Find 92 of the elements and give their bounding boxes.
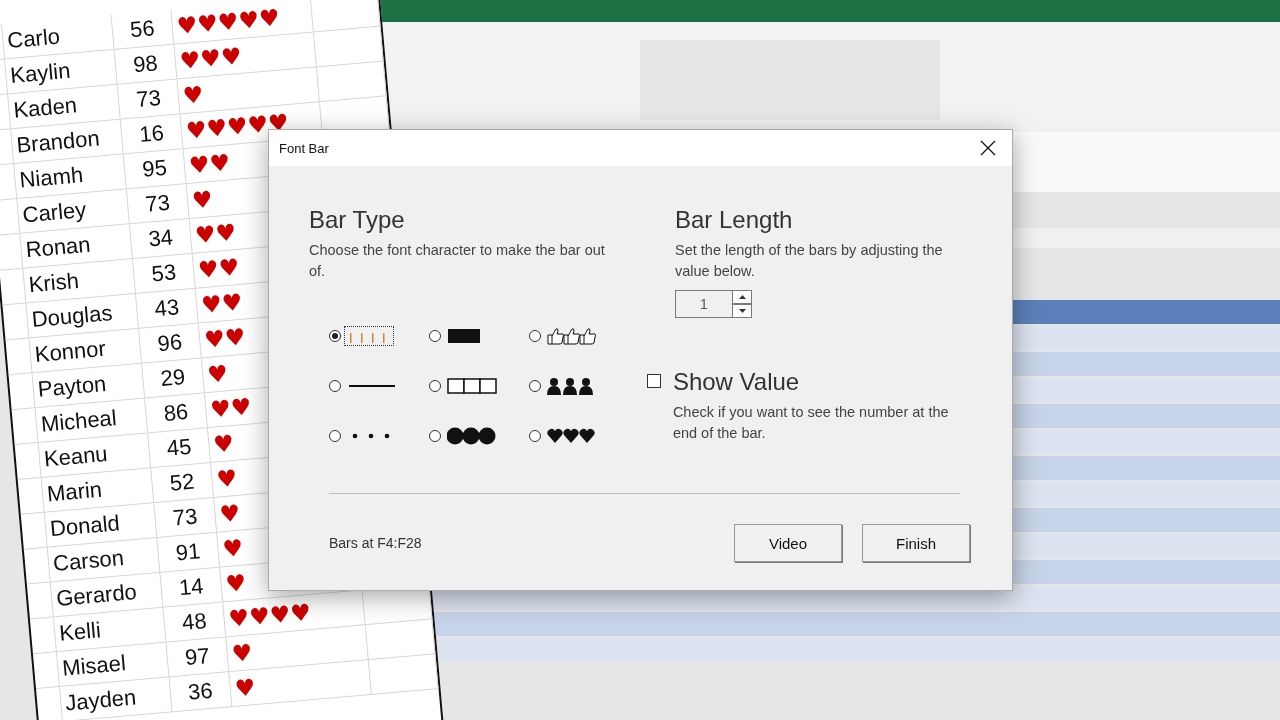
table-cell-text: Marin: [45, 476, 104, 508]
table-cell-text: ♥♥: [192, 220, 238, 248]
radio-button[interactable]: [329, 330, 341, 342]
table-cell: 53: [150, 259, 178, 288]
table-cell: 73: [171, 503, 199, 532]
table-cell: 97: [184, 642, 211, 671]
table-cell-text: ♥: [205, 361, 229, 387]
table-cell-text: Kelli: [57, 617, 102, 648]
table-cell: 56: [129, 15, 156, 44]
table-cell-text: Krish: [26, 267, 80, 299]
length-field[interactable]: 1: [675, 290, 733, 318]
table-cell-text: ♥♥♥♥♥: [183, 110, 290, 143]
table-cell: 95: [141, 154, 168, 183]
people-icon: [547, 377, 595, 395]
hearts-bar-icon: [547, 428, 597, 444]
table-cell-text: ♥: [211, 431, 235, 457]
radio-button[interactable]: [429, 430, 441, 442]
radio-button[interactable]: [429, 380, 441, 392]
radio-button[interactable]: [329, 430, 341, 442]
table-cell-text: Kaden: [11, 92, 79, 125]
table-cell-text: Jayden: [63, 684, 138, 717]
section-heading: Show Value: [672, 367, 801, 397]
table-cell-text: ♥: [189, 187, 214, 213]
section-description: Set the length of the bars by adjusting the value below.: [675, 241, 944, 281]
radio-button[interactable]: [529, 380, 541, 392]
table-cell: 52: [168, 468, 196, 497]
table-cell: 34: [147, 224, 175, 253]
table-cell-text: ♥♥: [208, 394, 253, 422]
caret-down-icon: [738, 309, 746, 313]
table-cell-text: Ronan: [23, 231, 92, 264]
table-cell-text: ♥♥: [186, 150, 232, 178]
table-cell: 48: [180, 608, 208, 637]
table-cell: 45: [165, 433, 193, 462]
table-cell: 73: [135, 85, 162, 114]
dialog-button[interactable]: Finish: [862, 524, 970, 562]
table-cell-text: Niamh: [17, 162, 85, 194]
window-title: Font Bar: [279, 140, 329, 156]
table-cell: 29: [159, 364, 187, 392]
table-cell-text: ♥♥: [196, 255, 241, 283]
table-cell: 91: [174, 538, 202, 567]
table-cell: 36: [187, 677, 214, 706]
table-cell-text: Carley: [20, 197, 88, 229]
dialog-button[interactable]: Video: [734, 524, 842, 562]
table-cell: 86: [162, 398, 190, 427]
radio-button[interactable]: [429, 330, 441, 342]
table-cell-text: ♥: [232, 675, 257, 701]
checkbox[interactable]: [647, 374, 661, 388]
table-cell-text: Kaylin: [8, 57, 72, 90]
table-cell-text: Micheal: [38, 405, 118, 438]
table-cell-text: ♥♥: [202, 325, 247, 352]
close-icon: [980, 140, 996, 156]
decrement-button[interactable]: [733, 304, 752, 318]
table-cell: 43: [153, 294, 181, 323]
section-heading: Bar Type: [309, 205, 406, 235]
table-cell-text: ♥♥♥: [177, 44, 243, 73]
boxes-bar-icon: [447, 378, 497, 394]
table-cell: 73: [144, 189, 171, 218]
table-cell-text: Douglas: [29, 300, 114, 334]
table-cell-text: Carlo: [5, 23, 61, 55]
status-text: Bars at F4:F28: [329, 535, 423, 551]
table-cell-text: Gerardo: [54, 579, 138, 613]
table-cell-text: Konnor: [32, 335, 107, 369]
table-cell-text: ♥♥♥♥♥: [174, 5, 281, 39]
table-cell: 96: [156, 329, 184, 358]
table-cell-text: ♥: [180, 82, 205, 108]
increment-button[interactable]: [733, 290, 752, 304]
table-cell-text: ♥: [220, 536, 245, 562]
line-bar-icon: [349, 385, 395, 387]
table-cell: 98: [132, 50, 159, 79]
table-cell-text: Carson: [51, 545, 125, 578]
circles-bar-icon: [447, 426, 497, 446]
section-heading: Bar Length: [675, 205, 794, 235]
table-cell-text: Misael: [60, 650, 127, 683]
section-description: Choose the font character to make the bar out of.: [309, 241, 606, 281]
table-cell-text: Brandon: [14, 125, 101, 160]
table-cell-text: Donald: [48, 510, 121, 543]
radio-button[interactable]: [329, 380, 341, 392]
section-description: Check if you want to see the number at the end of the bar.: [672, 403, 950, 443]
table-cell-text: Keanu: [41, 441, 109, 473]
table-cell: 14: [177, 573, 205, 602]
table-cell-text: ♥♥♥♥: [226, 600, 312, 631]
table-cell-text: ♥: [229, 640, 254, 666]
thumbs-up-icon: [547, 327, 597, 345]
table-cell-text: ♥: [223, 570, 248, 596]
block-bar-icon: [447, 328, 481, 344]
radio-button[interactable]: [529, 330, 541, 342]
table-cell-text: Payton: [35, 370, 108, 404]
radio-button[interactable]: [529, 430, 541, 442]
table-cell: 16: [138, 119, 165, 148]
table-cell-text: ♥♥: [199, 290, 244, 318]
table-cell-text: ♥: [214, 466, 238, 492]
table-cell-text: ♥: [217, 501, 242, 527]
